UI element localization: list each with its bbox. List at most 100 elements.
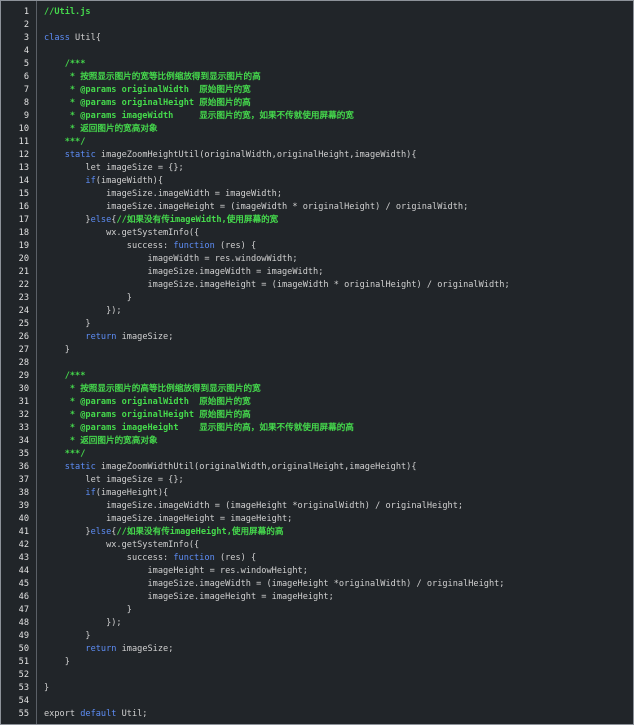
line-number: 15 xyxy=(18,189,29,199)
plain-token: imageSize; xyxy=(116,644,174,654)
code-line[interactable]: 23 } xyxy=(1,292,633,305)
code-line[interactable]: 5 /*** xyxy=(1,58,633,71)
plain-token: } xyxy=(44,631,91,641)
code-line[interactable]: 17 }else{//如果没有传imageWidth,使用屏幕的宽 xyxy=(1,214,633,227)
keyword-token: default xyxy=(80,709,117,719)
code-line[interactable]: 2 xyxy=(1,19,633,32)
code-line[interactable]: 54 xyxy=(1,695,633,708)
code-line[interactable]: 39 imageSize.imageWidth = (imageHeight *… xyxy=(1,500,633,513)
code-text: }); xyxy=(44,617,122,630)
code-line[interactable]: 48 }); xyxy=(1,617,633,630)
code-line[interactable]: 30 * 按照显示图片的高等比例缩放得到显示图片的宽 xyxy=(1,383,633,396)
code-line[interactable]: 7 * @params originalWidth 原始图片的宽 xyxy=(1,84,633,97)
code-line[interactable]: 19 success: function (res) { xyxy=(1,240,633,253)
comment-token: * 返回图片的宽高对象 xyxy=(44,124,158,134)
code-text: * @params originalHeight 原始图片的高 xyxy=(44,97,251,110)
code-text: //Util.js xyxy=(44,6,91,19)
code-text: imageSize.imageWidth = (imageHeight *ori… xyxy=(44,578,504,591)
code-text: } xyxy=(44,656,70,669)
code-line[interactable]: 15 imageSize.imageWidth = imageWidth; xyxy=(1,188,633,201)
code-line[interactable]: 36 static imageZoomWidthUtil(originalWid… xyxy=(1,461,633,474)
code-line[interactable]: 47 } xyxy=(1,604,633,617)
code-line[interactable]: 52 xyxy=(1,669,633,682)
code-line[interactable]: 12 static imageZoomHeightUtil(originalWi… xyxy=(1,149,633,162)
code-line[interactable]: 8 * @params originalHeight 原始图片的高 xyxy=(1,97,633,110)
code-line[interactable]: 45 imageSize.imageWidth = (imageHeight *… xyxy=(1,578,633,591)
plain-token: }); xyxy=(44,306,122,316)
line-number: 36 xyxy=(18,462,29,472)
code-line[interactable]: 11 ***/ xyxy=(1,136,633,149)
keyword-token: if xyxy=(85,488,96,498)
code-text: imageSize.imageWidth = (imageHeight *ori… xyxy=(44,500,463,513)
code-line[interactable]: 28 xyxy=(1,357,633,370)
code-line[interactable]: 34 * 返回图片的宽高对象 xyxy=(1,435,633,448)
code-line[interactable]: 13 let imageSize = {}; xyxy=(1,162,633,175)
line-number: 20 xyxy=(18,254,29,264)
code-line[interactable]: 49 } xyxy=(1,630,633,643)
comment-token: * @params imageWidth 显示图片的宽，如果不传就使用屏幕的宽 xyxy=(44,111,354,121)
code-line[interactable]: 20 imageWidth = res.windowWidth; xyxy=(1,253,633,266)
code-line[interactable]: 29 /*** xyxy=(1,370,633,383)
code-line[interactable]: 25 } xyxy=(1,318,633,331)
code-line[interactable]: 22 imageSize.imageHeight = (imageWidth *… xyxy=(1,279,633,292)
code-text: }else{//如果没有传imageHeight,使用屏幕的高 xyxy=(44,526,283,539)
plain-token: (imageWidth){ xyxy=(95,176,164,186)
code-text: static imageZoomWidthUtil(originalWidth,… xyxy=(44,461,417,474)
comment-token: * @params originalWidth 原始图片的宽 xyxy=(44,85,251,95)
code-line[interactable]: 32 * @params originalHeight 原始图片的高 xyxy=(1,409,633,422)
code-line[interactable]: 42 wx.getSystemInfo({ xyxy=(1,539,633,552)
code-text: imageWidth = res.windowWidth; xyxy=(44,253,298,266)
plain-token: }); xyxy=(44,618,122,628)
line-number: 38 xyxy=(18,488,29,498)
code-line[interactable]: 3 class Util{ xyxy=(1,32,633,45)
code-line[interactable]: 9 * @params imageWidth 显示图片的宽，如果不传就使用屏幕的… xyxy=(1,110,633,123)
keyword-token: function xyxy=(173,241,215,251)
code-line[interactable]: 16 imageSize.imageHeight = (imageWidth *… xyxy=(1,201,633,214)
line-number: 45 xyxy=(18,579,29,589)
line-number: 26 xyxy=(18,332,29,342)
code-text: static imageZoomHeightUtil(originalWidth… xyxy=(44,149,417,162)
code-line[interactable]: 37 let imageSize = {}; xyxy=(1,474,633,487)
plain-token: imageSize.imageWidth = (imageHeight *ori… xyxy=(44,501,464,511)
code-line[interactable]: 31 * @params originalWidth 原始图片的宽 xyxy=(1,396,633,409)
line-number: 27 xyxy=(18,345,29,355)
comment-token: * @params originalHeight 原始图片的高 xyxy=(44,98,251,108)
line-number: 51 xyxy=(18,657,29,667)
plain-token: imageSize.imageHeight = (imageWidth * or… xyxy=(44,280,510,290)
code-line[interactable]: 14 if(imageWidth){ xyxy=(1,175,633,188)
code-line[interactable]: 38 if(imageHeight){ xyxy=(1,487,633,500)
code-line[interactable]: 46 imageSize.imageHeight = imageHeight; xyxy=(1,591,633,604)
code-line[interactable]: 33 * @params imageHeight 显示图片的高，如果不传就使用屏… xyxy=(1,422,633,435)
line-number: 54 xyxy=(18,696,29,706)
code-text: imageSize.imageHeight = imageHeight; xyxy=(44,513,292,526)
code-line[interactable]: 26 return imageSize; xyxy=(1,331,633,344)
code-line[interactable]: 18 wx.getSystemInfo({ xyxy=(1,227,633,240)
plain-token: imageHeight = res.windowHeight; xyxy=(44,566,308,576)
code-line[interactable]: 55 export default Util; xyxy=(1,708,633,721)
code-line[interactable]: 51 } xyxy=(1,656,633,669)
plain-token: Util; xyxy=(116,709,148,719)
plain-token: } xyxy=(44,527,91,537)
plain-token: imageWidth = res.windowWidth; xyxy=(44,254,298,264)
plain-token: } xyxy=(44,345,70,355)
code-line[interactable]: 6 * 按照显示图片的宽等比例缩放得到显示图片的高 xyxy=(1,71,633,84)
code-line[interactable]: 35 ***/ xyxy=(1,448,633,461)
line-number: 12 xyxy=(18,150,29,160)
code-line[interactable]: 40 imageSize.imageHeight = imageHeight; xyxy=(1,513,633,526)
code-line[interactable]: 21 imageSize.imageWidth = imageWidth; xyxy=(1,266,633,279)
plain-token: } xyxy=(44,319,91,329)
code-line[interactable]: 27 } xyxy=(1,344,633,357)
code-line[interactable]: 1 //Util.js xyxy=(1,6,633,19)
code-line[interactable]: 41 }else{//如果没有传imageHeight,使用屏幕的高 xyxy=(1,526,633,539)
plain-token: success: xyxy=(44,553,174,563)
code-line[interactable]: 10 * 返回图片的宽高对象 xyxy=(1,123,633,136)
code-line[interactable]: 53} xyxy=(1,682,633,695)
code-line[interactable]: 50 return imageSize; xyxy=(1,643,633,656)
code-line[interactable]: 43 success: function (res) { xyxy=(1,552,633,565)
plain-token: } xyxy=(44,215,91,225)
line-number: 46 xyxy=(18,592,29,602)
code-line[interactable]: 4 xyxy=(1,45,633,58)
code-line[interactable]: 24 }); xyxy=(1,305,633,318)
code-line[interactable]: 44 imageHeight = res.windowHeight; xyxy=(1,565,633,578)
